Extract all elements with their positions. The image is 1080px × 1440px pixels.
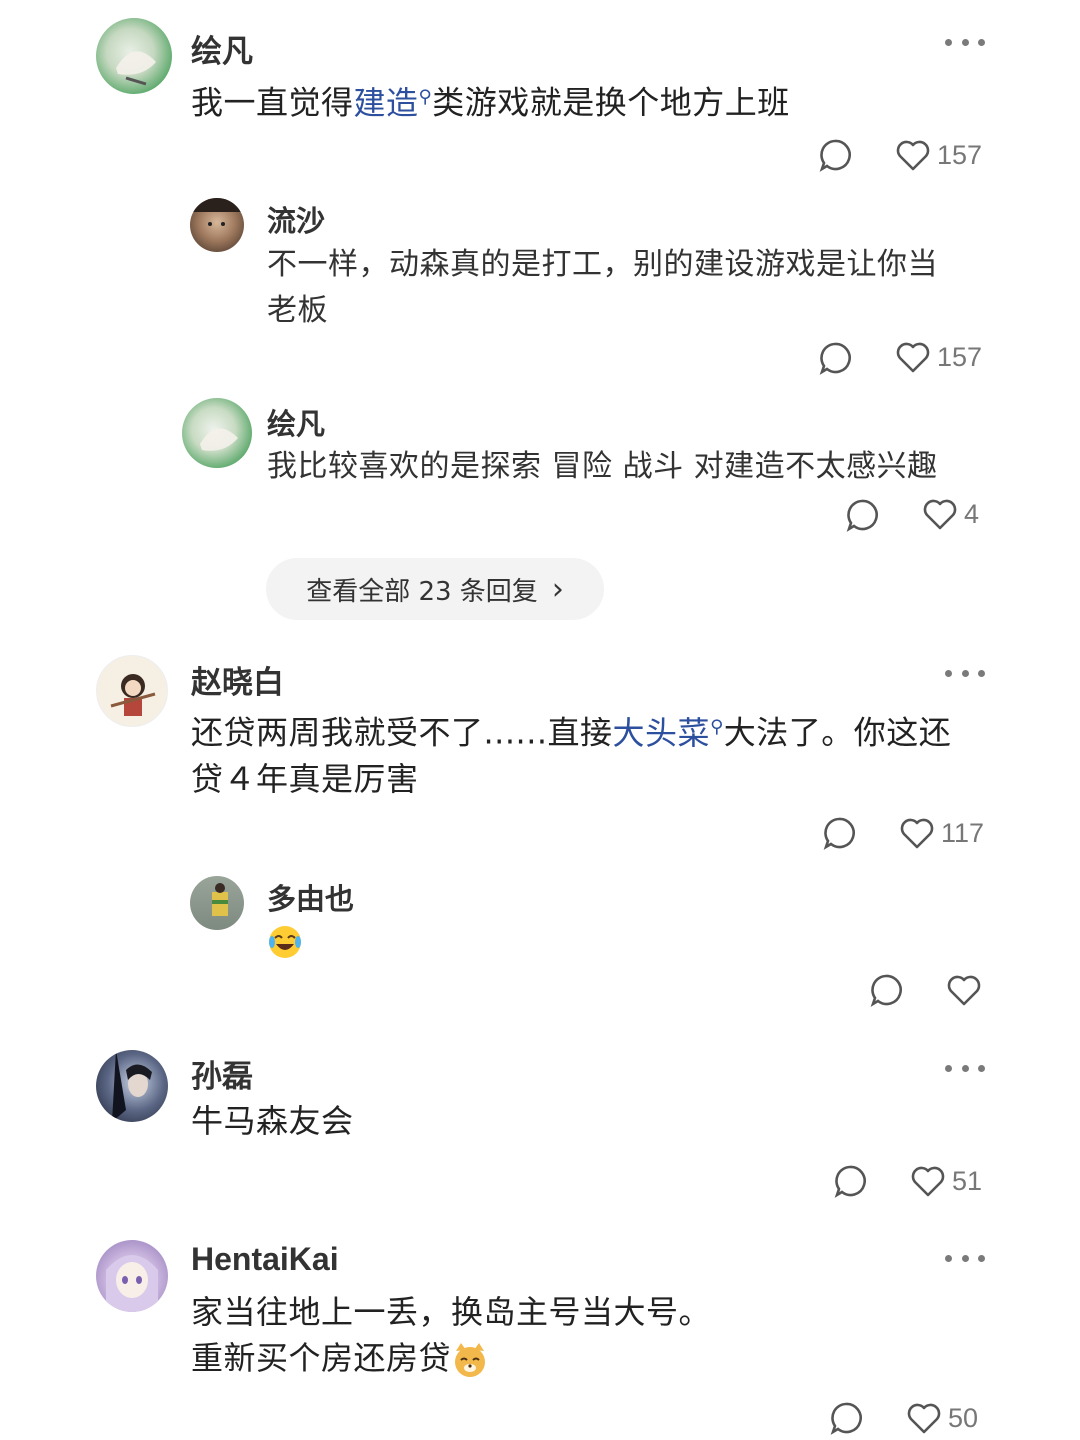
reply-bubble-icon — [834, 1165, 866, 1198]
reply-button[interactable] — [818, 138, 852, 172]
heart-icon — [900, 818, 934, 849]
reply-bubble-icon — [823, 817, 855, 850]
avatar-art — [212, 883, 228, 916]
more-dots-icon[interactable] — [945, 1060, 985, 1076]
avatar[interactable] — [96, 655, 168, 727]
avatar-art — [106, 1255, 158, 1312]
like-button[interactable] — [946, 973, 982, 1007]
like-count: 51 — [952, 1165, 983, 1196]
text-segment: 还贷两周我就受不了......直接 — [191, 713, 613, 752]
comment-text: 家当往地上一丢，换岛主号当大号。 重新买个房还房贷 — [191, 1289, 711, 1381]
comment-author[interactable]: 孙磊 — [191, 1051, 253, 1096]
reply-author[interactable]: 多由也 — [267, 876, 354, 918]
heart-icon — [923, 499, 957, 530]
avatar-art — [190, 198, 244, 226]
like-count: 157 — [937, 341, 983, 372]
laughing-crying-emoji-icon — [269, 926, 301, 958]
reply-text: 我比较喜欢的是探索 冒险 战斗 对建造不太感兴趣 — [267, 449, 938, 484]
avatar[interactable] — [96, 18, 172, 94]
text-segment: 类游戏就是换个地方上班 — [432, 83, 790, 122]
heart-icon — [896, 342, 930, 373]
reply-bubble-icon — [819, 139, 851, 172]
like-button[interactable]: 157 — [895, 138, 982, 172]
reply-bubble-icon — [830, 1402, 862, 1435]
heart-icon — [947, 975, 981, 1006]
like-count: 117 — [941, 817, 985, 848]
chevron-right-icon: › — [551, 571, 564, 607]
like-button[interactable]: 117 — [899, 816, 984, 850]
avatar-art — [200, 428, 238, 451]
like-count: 4 — [964, 498, 980, 529]
comment-author[interactable]: 赵晓白 — [191, 657, 284, 702]
cat-emoji — [455, 1343, 486, 1377]
avatar-art — [116, 51, 156, 86]
heart-icon — [911, 1166, 945, 1197]
text-line: 还贷两周我就受不了......直接大头菜⚲大法了。你这还 — [191, 704, 951, 756]
link-text[interactable]: 大头菜 — [613, 714, 711, 752]
text-line: 不一样，动森真的是打工，别的建设游戏是让你当 — [267, 247, 938, 282]
heart-icon — [907, 1403, 941, 1434]
text-line: 老板 — [267, 293, 328, 328]
text-line: 重新买个房还房贷 — [191, 1335, 711, 1381]
link-text[interactable]: 建造 — [354, 84, 419, 122]
search-link[interactable]: 建造⚲ — [354, 84, 433, 122]
view-all-replies-button[interactable]: 查看全部 23 条回复 › — [266, 558, 604, 620]
avatar-art — [110, 674, 156, 716]
avatar[interactable] — [190, 198, 244, 252]
laughing-crying-emoji — [267, 924, 303, 960]
reply-bubble-icon — [819, 342, 851, 375]
text-line: 贷４年真是厉害 — [191, 759, 419, 798]
comment-text: 我一直觉得建造⚲类游戏就是换个地方上班 — [191, 74, 790, 126]
reply-bubble-icon — [846, 499, 878, 532]
reply-bubble-icon — [870, 974, 902, 1007]
search-icon: ⚲ — [418, 86, 433, 107]
reply-button[interactable] — [818, 341, 852, 375]
like-button[interactable]: 50 — [906, 1401, 978, 1435]
more-dots-icon[interactable] — [945, 34, 985, 50]
view-all-label: 查看全部 23 条回复 — [306, 576, 538, 607]
like-button[interactable]: 4 — [922, 497, 979, 531]
avatar[interactable] — [190, 876, 244, 930]
reply-author[interactable]: 绘凡 — [267, 401, 325, 443]
like-count: 157 — [937, 139, 983, 170]
text-segment: 大法了。你这还 — [723, 713, 952, 752]
comment-text: 还贷两周我就受不了......直接大头菜⚲大法了。你这还 贷４年真是厉害 — [191, 704, 951, 802]
comment-text: 牛马森友会 — [191, 1102, 354, 1140]
reply-button[interactable] — [829, 1401, 863, 1435]
like-count: 50 — [948, 1402, 979, 1433]
avatar[interactable] — [96, 1050, 168, 1122]
search-link[interactable]: 大头菜⚲ — [613, 714, 724, 752]
avatar[interactable] — [182, 398, 252, 468]
comment-author[interactable]: 绘凡 — [191, 26, 253, 71]
avatar-art — [112, 1050, 152, 1122]
reply-text: 不一样，动森真的是打工，别的建设游戏是让你当 老板 — [267, 242, 938, 334]
reply-button[interactable] — [845, 498, 879, 532]
reply-button[interactable] — [869, 973, 903, 1007]
reply-button[interactable] — [822, 816, 856, 850]
like-button[interactable]: 157 — [895, 340, 982, 374]
search-icon: ⚲ — [710, 716, 724, 737]
text-segment: 重新买个房还房贷 — [191, 1339, 452, 1377]
reply-author[interactable]: 流沙 — [267, 198, 325, 240]
more-dots-icon[interactable] — [945, 665, 985, 681]
text-line: 家当往地上一丢，换岛主号当大号。 — [191, 1293, 712, 1331]
more-dots-icon[interactable] — [945, 1250, 985, 1266]
heart-icon — [896, 140, 930, 171]
comment-author[interactable]: HentaiKai — [191, 1241, 339, 1278]
reply-button[interactable] — [833, 1164, 867, 1198]
text-segment: 我一直觉得 — [191, 83, 354, 122]
like-button[interactable]: 51 — [910, 1164, 982, 1198]
avatar[interactable] — [96, 1240, 168, 1312]
